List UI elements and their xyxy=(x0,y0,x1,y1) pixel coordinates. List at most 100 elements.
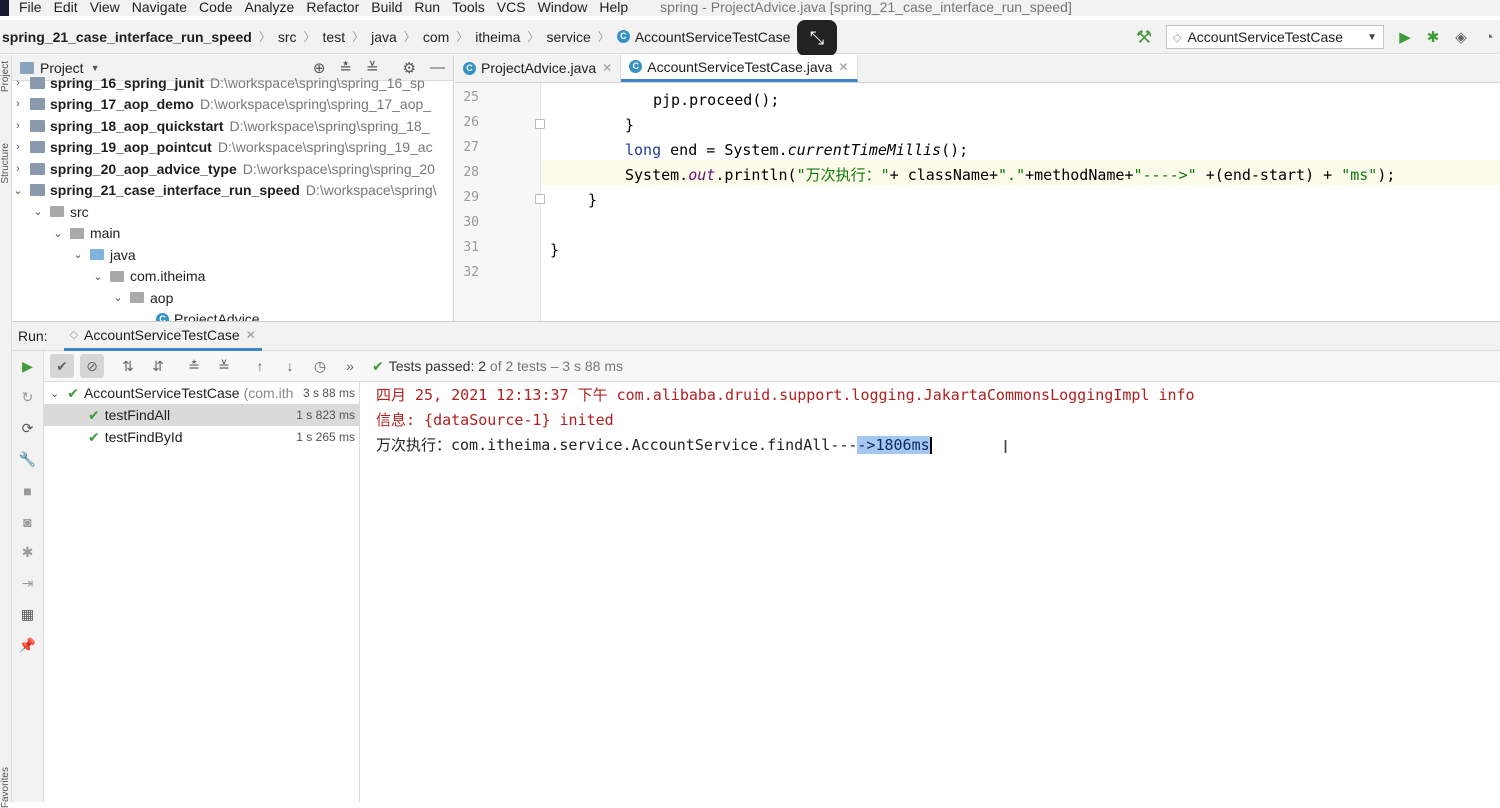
tree-row-folder[interactable]: ⌄ main xyxy=(12,223,453,245)
bug-icon[interactable]: ✱ xyxy=(12,537,43,568)
menu-code[interactable]: Code xyxy=(199,0,232,15)
breadcrumb-item[interactable]: itheima xyxy=(475,29,520,45)
tree-row-package[interactable]: ⌄ com.itheima xyxy=(12,266,453,288)
menu-view[interactable]: View xyxy=(90,0,120,15)
test-row[interactable]: ✔ testFindById 1 s 265 ms xyxy=(44,426,359,448)
run-icon[interactable]: ▶ xyxy=(1394,28,1416,46)
menu-file[interactable]: File xyxy=(19,0,42,15)
chevron-down-icon[interactable]: ⌄ xyxy=(50,387,59,400)
arrow-up-icon[interactable]: ↑ xyxy=(248,354,272,378)
toggle-auto-test-icon[interactable]: ⟳ xyxy=(12,413,43,444)
stop-icon[interactable]: ■ xyxy=(12,475,43,506)
tree-row-class[interactable]: C ProjectAdvice xyxy=(12,309,453,321)
chevron-right-icon[interactable]: › xyxy=(12,98,24,110)
menu-edit[interactable]: Edit xyxy=(54,0,78,15)
close-icon[interactable]: ✕ xyxy=(246,328,256,342)
chevron-down-icon[interactable]: ⌄ xyxy=(92,270,104,283)
code-text: +methodName+ xyxy=(1025,166,1134,184)
test-row[interactable]: ✔ testFindAll 1 s 823 ms xyxy=(44,404,359,426)
code-text: (); xyxy=(941,141,969,159)
tree-row-module[interactable]: › spring_19_aop_pointcut D:\workspace\spri… xyxy=(12,137,453,159)
pin-icon[interactable]: 📌 xyxy=(12,630,43,661)
breadcrumb-item[interactable]: test xyxy=(323,29,346,45)
class-icon: C xyxy=(156,312,169,321)
menu-run[interactable]: Run xyxy=(414,0,440,15)
arrow-down-icon[interactable]: ↓ xyxy=(278,354,302,378)
menu-build[interactable]: Build xyxy=(371,0,402,15)
sort-duration-icon[interactable]: ⇵ xyxy=(146,354,170,378)
breadcrumb-item[interactable]: spring_21_case_interface_run_speed xyxy=(2,29,252,45)
layout-icon[interactable]: ▦ xyxy=(12,599,43,630)
field-name: out xyxy=(688,166,716,184)
tab-project-advice[interactable]: C ProjectAdvice.java ✕ xyxy=(455,55,622,82)
expand-all-icon[interactable]: ≛ xyxy=(182,354,206,378)
class-name: ProjectAdvice xyxy=(174,311,260,321)
collapse-all-icon[interactable]: ≚ xyxy=(212,354,236,378)
build-hammer-icon[interactable]: ⚒ xyxy=(1136,27,1152,48)
tree-row-folder[interactable]: ⌄ java xyxy=(12,244,453,266)
chevron-down-icon[interactable]: ⌄ xyxy=(32,205,44,218)
show-passed-icon[interactable]: ✔ xyxy=(50,354,74,378)
menu-vcs[interactable]: VCS xyxy=(497,0,526,15)
test-suite-row[interactable]: ⌄ ✔ AccountServiceTestCase (com.ith 3 s … xyxy=(44,382,359,404)
chevron-right-icon[interactable]: › xyxy=(12,77,24,89)
breadcrumb-separator-icon: 〉 xyxy=(303,30,316,44)
tree-row-package[interactable]: ⌄ aop xyxy=(12,287,453,309)
sort-alpha-icon[interactable]: ⇅ xyxy=(116,354,140,378)
show-ignored-icon[interactable]: ⊘ xyxy=(80,354,104,378)
tree-row-folder[interactable]: ⌄ src xyxy=(12,201,453,223)
fold-marker-icon[interactable] xyxy=(535,119,545,129)
project-tool-label[interactable]: Project xyxy=(0,61,11,92)
package-name: aop xyxy=(150,289,174,306)
console-output[interactable]: 四月 25, 2021 12:13:37 下午 com.alibaba.drui… xyxy=(361,382,1500,802)
wrench-icon[interactable]: 🔧 xyxy=(12,444,43,475)
profile-icon[interactable]: ◔ xyxy=(1478,29,1500,46)
tree-row-module[interactable]: › spring_16_spring_junit D:\workspace\spri… xyxy=(12,72,453,94)
coverage-icon[interactable]: ◈ xyxy=(1450,28,1472,46)
run-configuration-select[interactable]: ◇ AccountServiceTestCase ▼ xyxy=(1166,25,1384,49)
breadcrumb-item[interactable]: AccountServiceTestCase xyxy=(635,29,791,45)
menu-refactor[interactable]: Refactor xyxy=(306,0,359,15)
chevron-down-icon[interactable]: ⌄ xyxy=(72,248,84,261)
text-caret xyxy=(929,437,932,454)
chevron-down-icon[interactable]: ⌄ xyxy=(112,291,124,304)
rerun-icon[interactable]: ▶ xyxy=(12,351,43,382)
breadcrumb-item[interactable]: java xyxy=(371,29,397,45)
chevron-down-icon[interactable]: ⌄ xyxy=(12,184,24,197)
breadcrumb-item[interactable]: service xyxy=(546,29,590,45)
fold-marker-icon[interactable] xyxy=(535,194,545,204)
check-icon: ✔ xyxy=(372,357,384,374)
breadcrumb-item[interactable]: com xyxy=(423,29,449,45)
menu-navigate[interactable]: Navigate xyxy=(132,0,187,15)
chevron-right-icon[interactable]: › xyxy=(12,163,24,175)
chevron-right-icon[interactable]: › xyxy=(12,141,24,153)
run-tab[interactable]: ◇ AccountServiceTestCase ✕ xyxy=(63,321,262,351)
chevron-down-icon[interactable]: ▼ xyxy=(91,63,100,73)
menu-tools[interactable]: Tools xyxy=(452,0,485,15)
close-icon[interactable]: ✕ xyxy=(838,60,848,74)
structure-tool-label[interactable]: Structure xyxy=(0,143,11,184)
import-icon[interactable]: ⇥ xyxy=(12,568,43,599)
chevron-down-icon[interactable]: ⌄ xyxy=(52,227,64,240)
console-line: 四月 25, 2021 12:13:37 下午 com.alibaba.drui… xyxy=(376,386,1195,404)
tree-row-module[interactable]: ⌄ spring_21_case_interface_run_speed D:\wo… xyxy=(12,180,453,202)
debug-icon[interactable]: ✱ xyxy=(1422,28,1444,46)
menu-help[interactable]: Help xyxy=(599,0,628,15)
tree-row-module[interactable]: › spring_18_aop_quickstart D:\workspace\sp… xyxy=(12,115,453,137)
breadcrumb-item[interactable]: src xyxy=(278,29,297,45)
close-icon[interactable]: ✕ xyxy=(602,61,612,75)
module-icon xyxy=(30,141,45,154)
menu-analyze[interactable]: Analyze xyxy=(245,0,295,15)
tree-row-module[interactable]: › spring_17_aop_demo D:\workspace\spring\s… xyxy=(12,94,453,116)
menu-window[interactable]: Window xyxy=(538,0,588,15)
camera-icon[interactable]: ◙ xyxy=(12,506,43,537)
exit-fullscreen-icon[interactable]: ⤡ xyxy=(797,20,837,56)
chevron-right-icon[interactable]: › xyxy=(12,120,24,132)
rerun-failed-icon[interactable]: ↻ xyxy=(12,382,43,413)
test-name: AccountServiceTestCase xyxy=(83,385,240,401)
history-icon[interactable]: ◷ xyxy=(308,354,332,378)
tab-account-service-test-case[interactable]: C AccountServiceTestCase.java ✕ xyxy=(621,55,858,82)
tree-row-module[interactable]: › spring_20_aop_advice_type D:\workspace\s… xyxy=(12,158,453,180)
test-duration: 1 s 823 ms xyxy=(296,408,355,422)
more-icon[interactable]: » xyxy=(338,354,362,378)
